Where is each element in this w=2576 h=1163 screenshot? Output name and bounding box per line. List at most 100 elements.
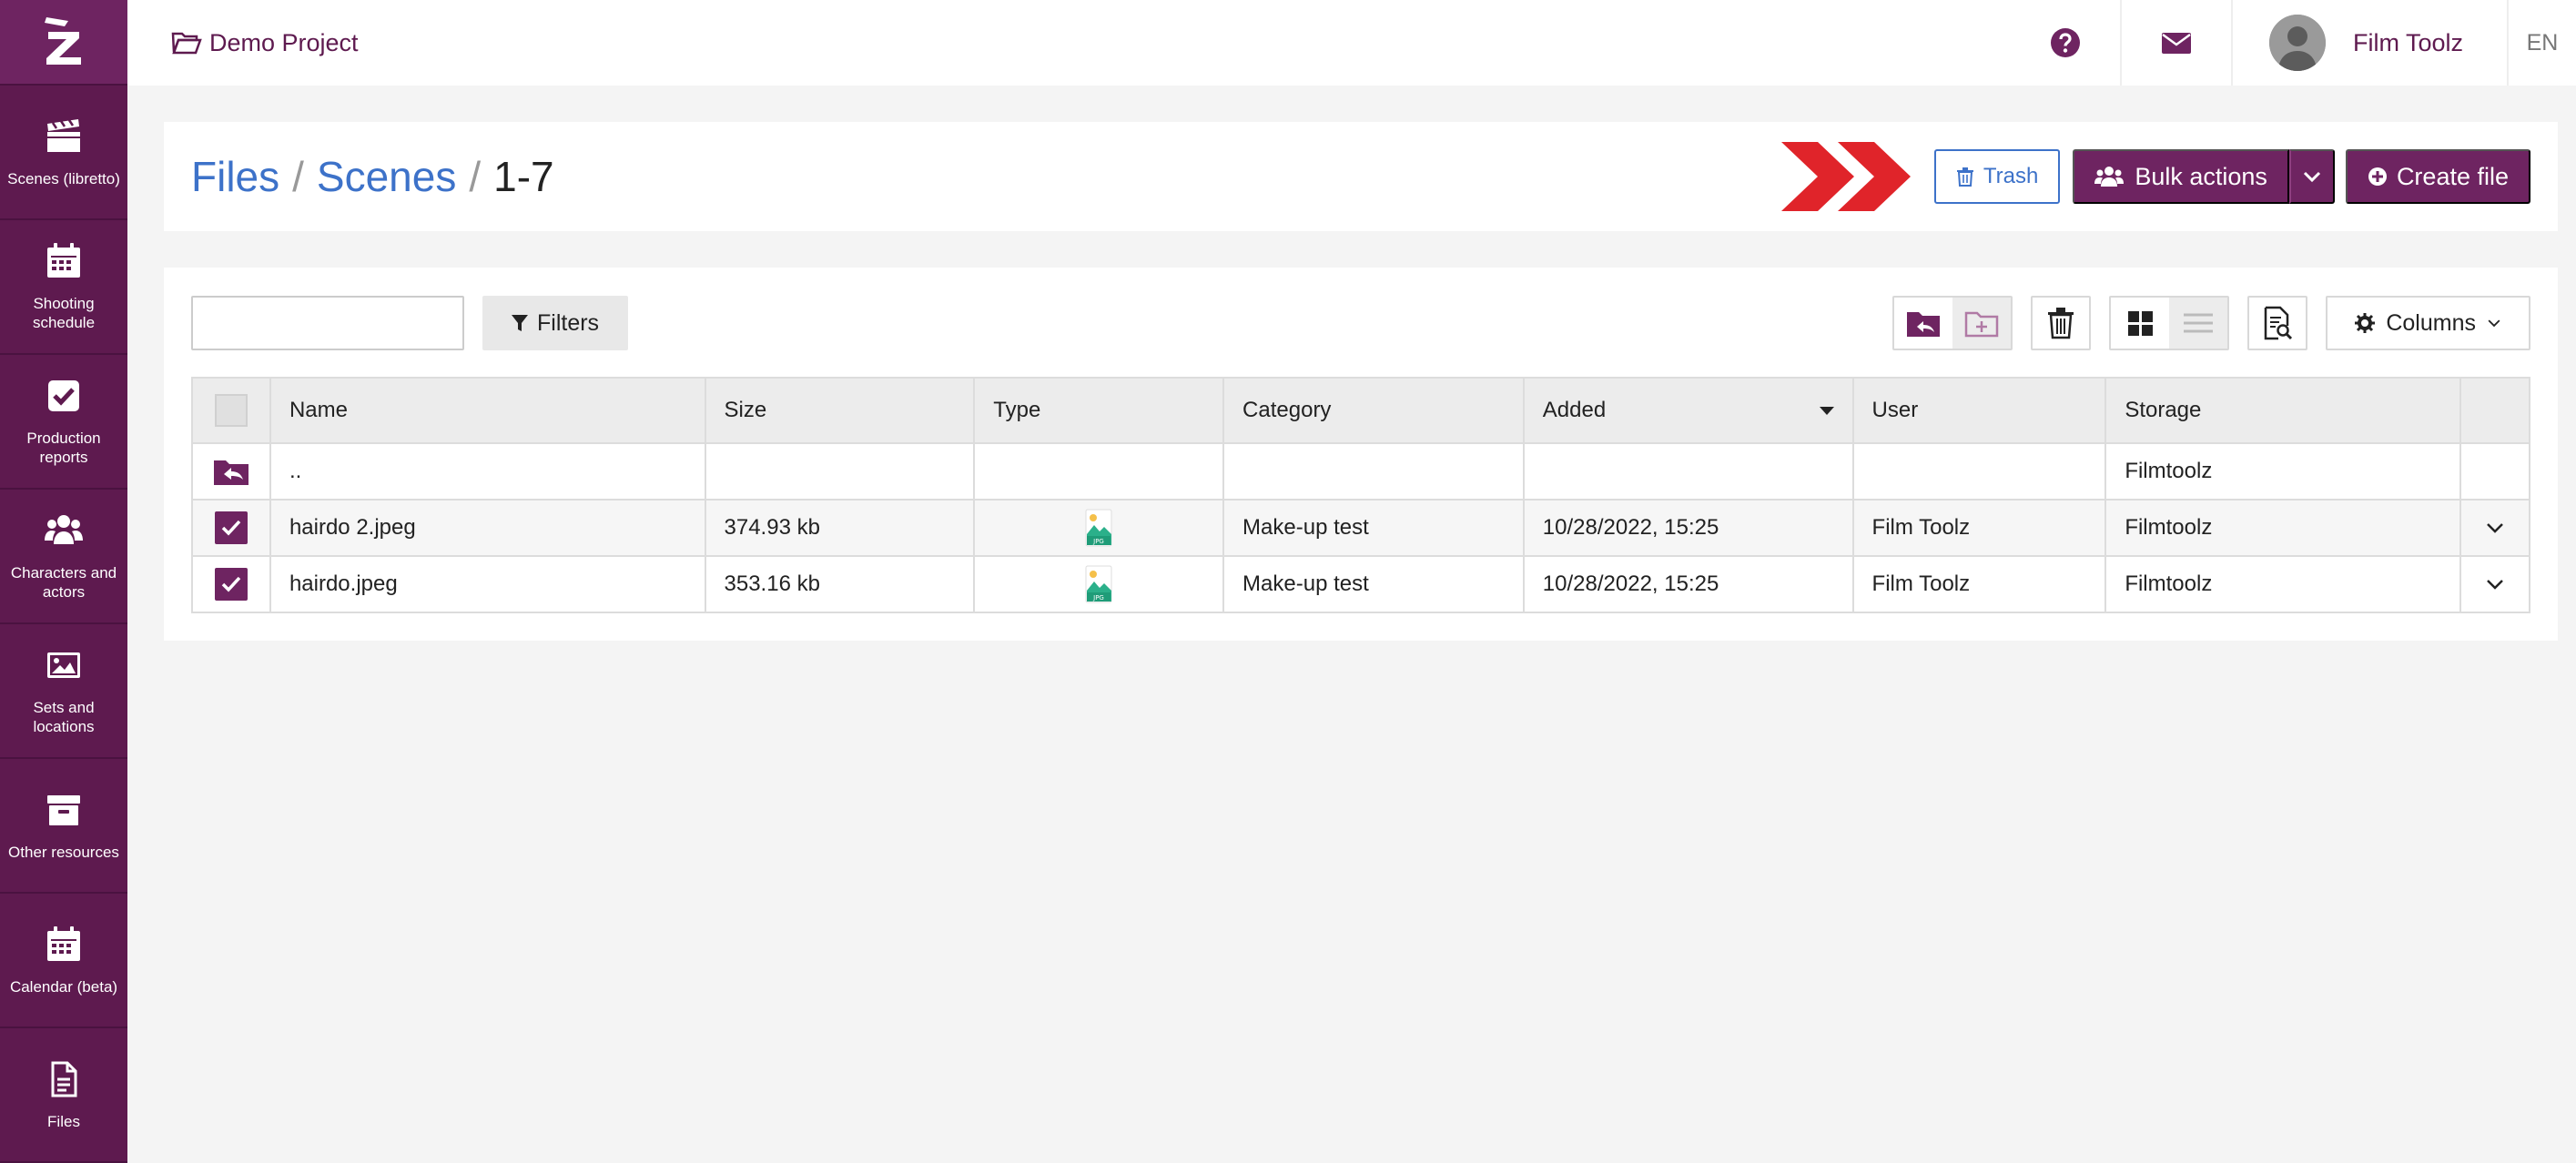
envelope-icon: [2161, 33, 2191, 54]
sidebar-item-calendar[interactable]: Calendar (beta): [0, 894, 127, 1028]
language-selector[interactable]: EN: [2509, 30, 2576, 56]
cell-category: [1222, 442, 1525, 501]
sidebar-item-shooting-schedule[interactable]: Shooting schedule: [0, 220, 127, 355]
column-header-added[interactable]: Added: [1522, 377, 1854, 444]
users-icon: [2094, 167, 2125, 187]
table-row[interactable]: hairdo.jpeg 353.16 kb JPG Make-up test 1…: [191, 555, 2531, 613]
user-menu[interactable]: Film Toolz: [2233, 0, 2509, 86]
sidebar-item-label: Shooting schedule: [32, 295, 96, 331]
cell-name[interactable]: hairdo.jpeg: [269, 555, 706, 613]
cell-name[interactable]: hairdo 2.jpeg: [269, 499, 706, 557]
filter-icon: [512, 315, 528, 331]
bulk-actions-dropdown[interactable]: [2288, 149, 2335, 204]
column-header-added-label: Added: [1542, 398, 1607, 422]
parent-folder-name[interactable]: ..: [269, 442, 706, 501]
table-header-row: Name Size Type Category Added User Stora…: [191, 377, 2531, 444]
row-checkbox[interactable]: [214, 568, 248, 601]
sidebar-item-files[interactable]: Files: [0, 1028, 127, 1163]
filters-label: Filters: [537, 309, 600, 336]
search-box[interactable]: [191, 296, 493, 350]
row-checkbox[interactable]: [214, 511, 248, 544]
create-file-label: Create file: [2396, 162, 2509, 190]
filters-button[interactable]: Filters: [482, 296, 629, 350]
view-toggle: [2109, 296, 2230, 350]
archive-icon: [44, 790, 84, 830]
columns-label: Columns: [2386, 309, 2476, 336]
sidebar-item-label: Calendar (beta): [9, 977, 118, 996]
parent-folder-button[interactable]: [1894, 298, 1953, 349]
trash-icon: [2048, 308, 2074, 339]
sidebar-item-other-resources[interactable]: Other resources: [0, 759, 127, 894]
table-row[interactable]: hairdo 2.jpeg 374.93 kb JPG Make-up test…: [191, 499, 2531, 557]
project-selector[interactable]: Demo Project: [171, 29, 359, 57]
avatar: [2268, 15, 2326, 71]
delete-button[interactable]: [2031, 296, 2092, 350]
folder-back-icon: [213, 460, 248, 485]
trash-button[interactable]: Trash: [1933, 149, 2061, 204]
logo-icon: [45, 17, 81, 65]
sidebar-item-label: Other resources: [8, 843, 119, 861]
parent-folder-row[interactable]: .. Filmtoolz: [191, 442, 2531, 501]
list-view-button[interactable]: [2169, 298, 2228, 349]
clapperboard-icon: [44, 116, 84, 157]
row-expand-cell[interactable]: [2459, 555, 2531, 613]
column-header-category[interactable]: Category: [1222, 377, 1525, 444]
bulk-actions-button[interactable]: Bulk actions: [2073, 149, 2289, 204]
breadcrumb-separator: /: [292, 153, 304, 200]
chevron-down-icon[interactable]: [2485, 521, 2505, 534]
sidebar-item-sets[interactable]: Sets and locations: [0, 624, 127, 759]
gear-icon: [2355, 313, 2376, 333]
help-button[interactable]: [2011, 0, 2122, 86]
chevron-down-icon[interactable]: [2485, 578, 2505, 591]
column-header-storage[interactable]: Storage: [2104, 377, 2461, 444]
sidebar-item-label: Scenes (libretto): [7, 169, 120, 187]
column-header-actions: [2459, 377, 2531, 444]
row-expand-cell[interactable]: [2459, 499, 2531, 557]
create-file-button[interactable]: Create file: [2345, 149, 2530, 204]
sidebar-item-production-reports[interactable]: Production reports: [0, 355, 127, 490]
bulk-actions-label: Bulk actions: [2135, 162, 2267, 190]
files-table: Name Size Type Category Added User Stora…: [191, 377, 2531, 613]
cell-type: JPG: [973, 555, 1225, 613]
cell-type: JPG: [973, 499, 1225, 557]
chevron-down-icon: [2488, 319, 2500, 328]
row-select-cell[interactable]: [191, 555, 271, 613]
check-icon: [221, 520, 241, 536]
list-icon: [2184, 313, 2214, 333]
folder-plus-icon: [1965, 311, 1999, 338]
image-icon: [44, 645, 84, 685]
cell-added: [1522, 442, 1854, 501]
preview-button[interactable]: [2247, 296, 2308, 350]
sidebar-item-label: Files: [47, 1112, 80, 1130]
breadcrumb-files[interactable]: Files: [191, 152, 279, 201]
grid-view-button[interactable]: [2111, 298, 2170, 349]
column-header-user[interactable]: User: [1851, 377, 2107, 444]
app-root: Scenes (libretto) Shooting schedule Prod…: [0, 0, 2576, 1163]
select-all-cell[interactable]: [191, 377, 271, 444]
sidebar: Scenes (libretto) Shooting schedule Prod…: [0, 0, 127, 1163]
column-header-name[interactable]: Name: [269, 377, 706, 444]
columns-button[interactable]: Columns: [2326, 296, 2530, 350]
cell-size: 353.16 kb: [704, 555, 976, 613]
search-input[interactable]: [211, 300, 493, 346]
column-header-type[interactable]: Type: [973, 377, 1225, 444]
breadcrumb-scenes[interactable]: Scenes: [317, 152, 456, 201]
breadcrumb: Files / Scenes / 1-7: [191, 152, 554, 201]
column-header-size[interactable]: Size: [704, 377, 976, 444]
files-toolbar: Filters Columns: [191, 295, 2530, 351]
select-all-checkbox[interactable]: [214, 394, 248, 427]
row-select-cell[interactable]: [191, 499, 271, 557]
new-folder-button[interactable]: [1952, 298, 2012, 349]
parent-folder-icon-cell[interactable]: [191, 442, 271, 501]
cell-storage: Filmtoolz: [2104, 442, 2461, 501]
messages-button[interactable]: [2122, 0, 2233, 86]
sidebar-item-characters[interactable]: Characters and actors: [0, 490, 127, 624]
top-bar: Demo Project Film Toolz EN: [127, 0, 2576, 86]
cell-category: Make-up test: [1222, 499, 1525, 557]
page-header: Files / Scenes / 1-7 Trash Bulk actions …: [164, 122, 2558, 231]
cell-user: [1851, 442, 2107, 501]
app-logo[interactable]: [0, 0, 127, 86]
sidebar-item-label: Characters and actors: [10, 564, 117, 601]
sidebar-item-scenes[interactable]: Scenes (libretto): [0, 86, 127, 220]
cell-storage: Filmtoolz: [2104, 555, 2461, 613]
